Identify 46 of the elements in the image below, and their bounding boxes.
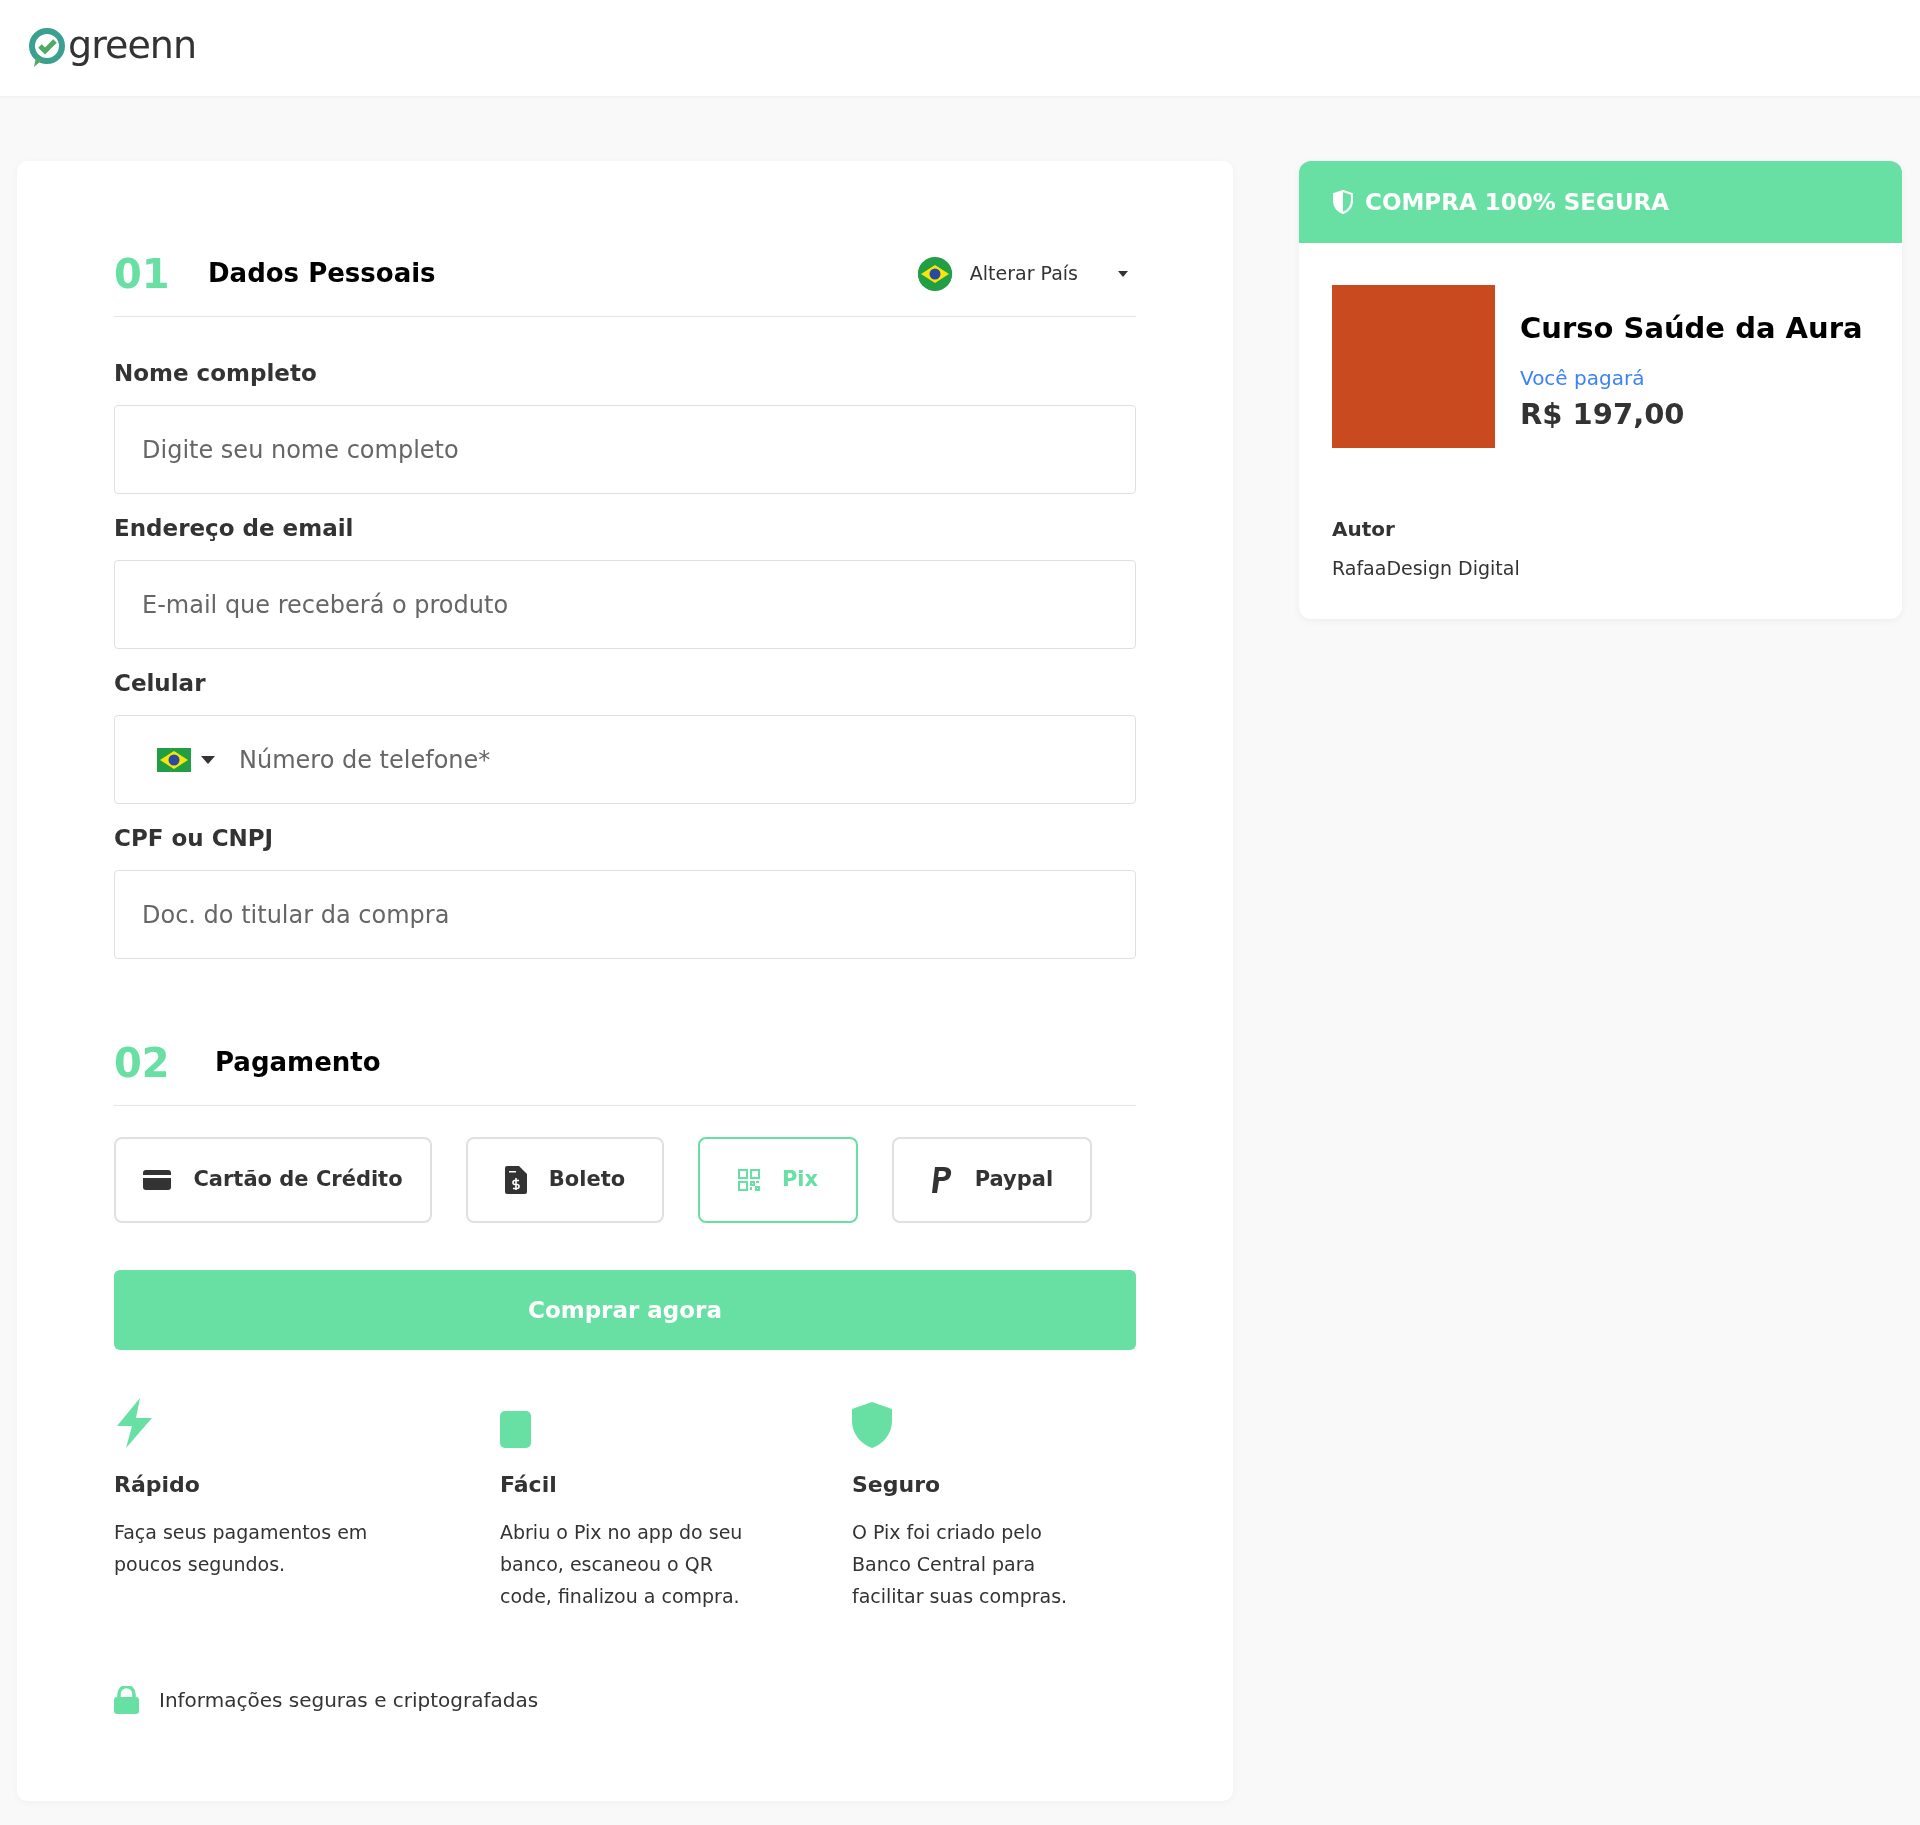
text-input[interactable]: E-mail que receberá o produto xyxy=(114,560,1136,649)
document-dollar-icon xyxy=(504,1166,527,1194)
caret-icon xyxy=(201,755,215,764)
logo-check-pin-icon xyxy=(28,27,66,69)
payment-method-tab[interactable]: Boleto xyxy=(466,1137,664,1223)
feature-title: Fácil xyxy=(500,1472,558,1498)
feature-description: O Pix foi criado pelo Banco Central para facilitar suas compras. xyxy=(852,1520,1069,1609)
field-label: Celular xyxy=(114,668,207,698)
paypal-icon xyxy=(930,1167,953,1193)
payment-method-tab[interactable]: Cartão de Crédito xyxy=(114,1137,432,1223)
text-input[interactable]: Digite seu nome completo xyxy=(114,405,1136,494)
feature-title: Seguro xyxy=(852,1472,942,1498)
text-input[interactable]: Doc. do titular da compra xyxy=(114,870,1136,959)
secure-note: Informações seguras e criptografadas xyxy=(159,1687,539,1714)
field-label: CPF ou CNPJ xyxy=(114,823,275,853)
field-label: Nome completo xyxy=(114,358,318,388)
country-code-selector[interactable] xyxy=(157,747,215,772)
step-number: 02 xyxy=(114,1038,171,1088)
price: R$ 197,00 xyxy=(1520,395,1686,433)
field-label: Endereço de email xyxy=(114,513,355,543)
lightning-bolt-icon xyxy=(114,1398,154,1448)
shield-icon xyxy=(1333,190,1353,214)
pay-label: Você pagará xyxy=(1520,364,1646,392)
section-title: Dados Pessoais xyxy=(208,257,436,290)
payment-method-tab[interactable]: Paypal xyxy=(892,1137,1092,1223)
product-title: Curso Saúde da Aura xyxy=(1520,310,1863,347)
shield-icon xyxy=(852,1402,892,1448)
author-label: Autor xyxy=(1332,516,1396,543)
logo-wordmark[interactable]: greenn xyxy=(68,26,197,64)
rounded-square-icon xyxy=(500,1411,531,1448)
country-selector[interactable]: Alterar País xyxy=(917,256,1136,291)
phone-input[interactable]: Número de telefone* xyxy=(239,739,1135,780)
phone-field[interactable]: Número de telefone* xyxy=(114,715,1136,804)
step-number: 01 xyxy=(114,249,171,299)
credit-card-icon xyxy=(143,1170,172,1190)
section-title: Pagamento xyxy=(215,1046,381,1079)
feature-description: Faça seus pagamentos em poucos segundos. xyxy=(114,1520,369,1577)
feature-description: Abriu o Pix no app do seu banco, escaneou o QR code, finalizou a compra. xyxy=(500,1520,744,1609)
brazil-flag-icon xyxy=(917,261,952,286)
caret-icon xyxy=(1118,270,1128,277)
author-name: RafaaDesign Digital xyxy=(1332,556,1521,581)
lock-icon xyxy=(114,1686,139,1714)
banner-text: COMPRA 100% SEGURA xyxy=(1365,187,1670,217)
feature-title: Rápido xyxy=(114,1472,201,1498)
brazil-flag-icon xyxy=(157,747,191,772)
qr-code-icon xyxy=(737,1169,760,1191)
